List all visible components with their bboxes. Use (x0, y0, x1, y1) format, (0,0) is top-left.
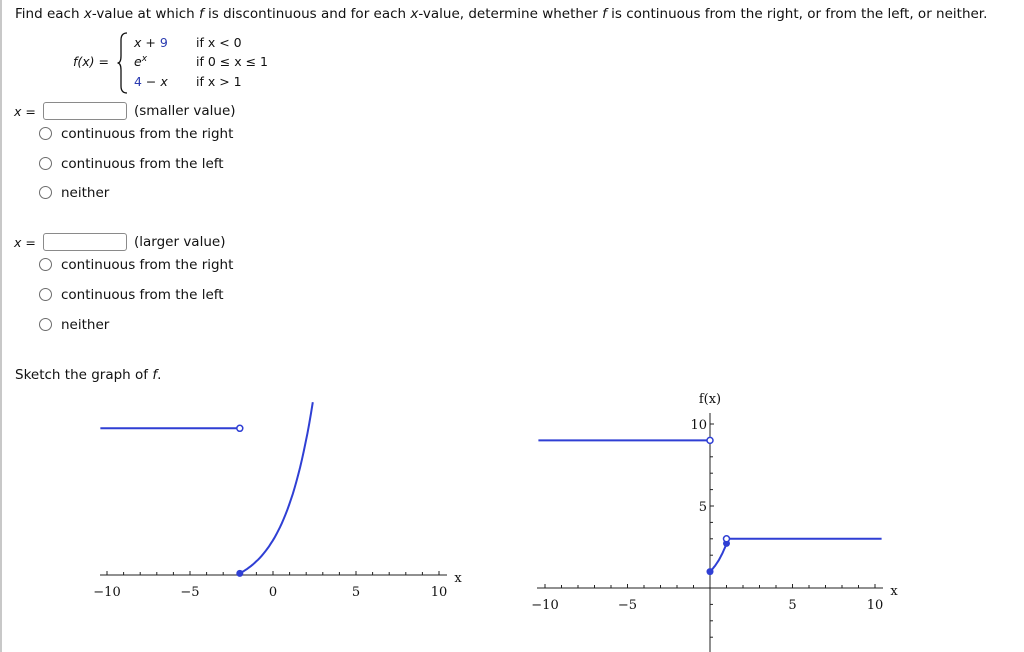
open-endpoint (236, 424, 244, 433)
x-tick-label: −10 (93, 585, 120, 600)
closed-endpoint (236, 569, 244, 577)
y-tick-label: 10 (690, 418, 707, 433)
x-tick-label: −5 (180, 585, 199, 600)
y-axis-label: f(x) (699, 392, 721, 407)
graph-option-1[interactable]: −10 −5 0 5 10 x (93, 402, 462, 600)
x-tick-label: 0 (269, 585, 277, 600)
x-tick-label: 10 (867, 598, 884, 613)
exp-curve (239, 402, 314, 575)
open-endpoint (706, 436, 714, 445)
graph-option-2[interactable]: −10 −5 5 10 5 10 x f(x) (531, 392, 898, 652)
x-tick-label: −5 (618, 598, 637, 613)
x-tick-label: 5 (788, 598, 796, 613)
closed-endpoint (706, 568, 714, 576)
x-tick-label: −10 (531, 598, 558, 613)
x-axis-label: x (890, 584, 898, 599)
x-axis-label: x (454, 571, 462, 586)
x-tick-label: 5 (352, 585, 360, 600)
open-endpoint (722, 535, 731, 543)
y-tick-label: 5 (699, 500, 707, 515)
exp-curve (709, 543, 728, 573)
x-tick-label: 10 (431, 585, 448, 600)
graph-canvas: −10 −5 0 5 10 x −10 −5 5 10 5 10 x f(x) (93, 392, 898, 652)
